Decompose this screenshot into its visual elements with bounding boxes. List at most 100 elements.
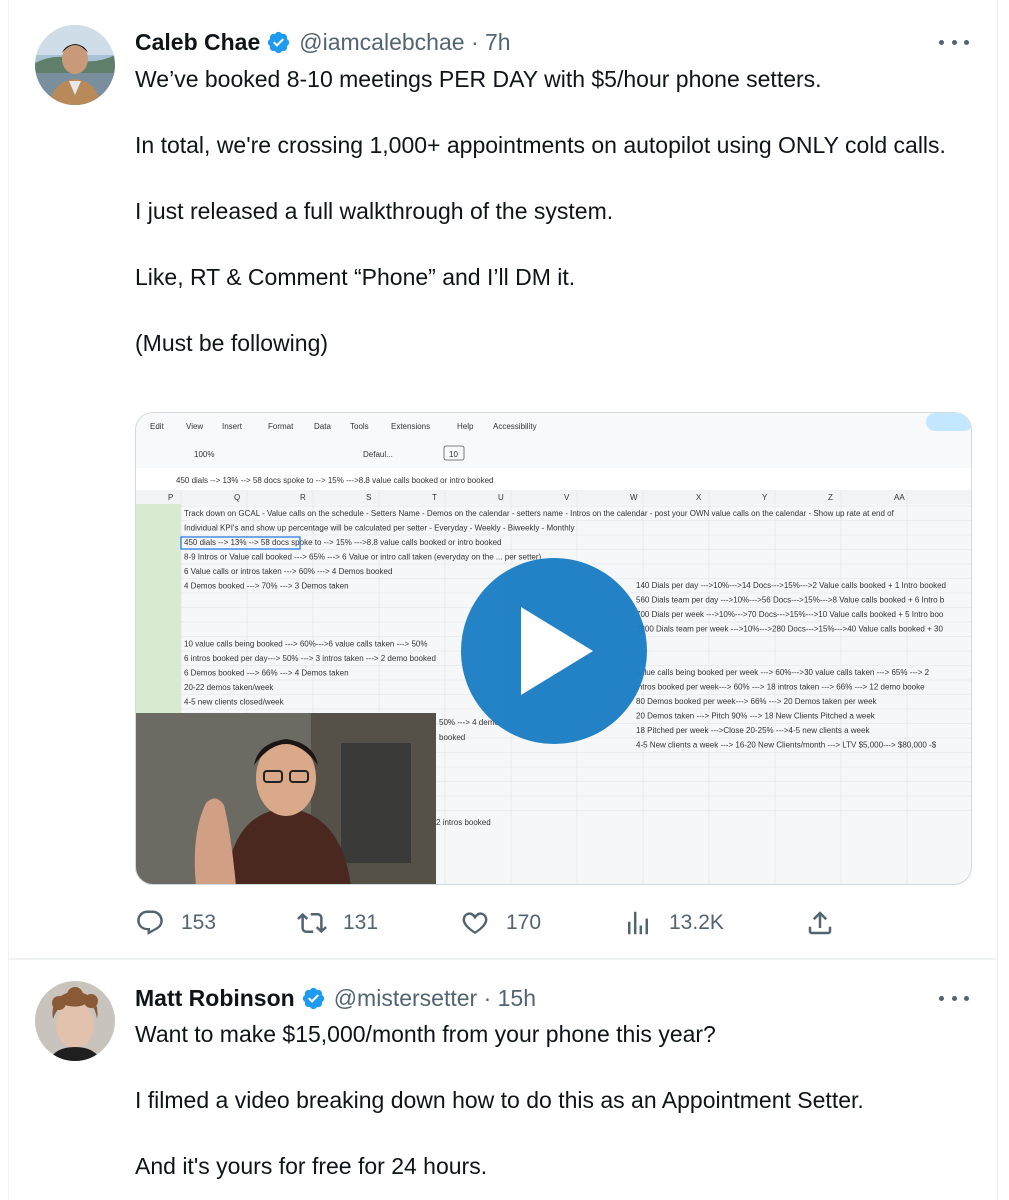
share-button[interactable] xyxy=(805,905,851,941)
sheet-column-header: U xyxy=(498,493,504,502)
sheet-cell: 2800 Dials team per week --->10%--->280 … xyxy=(636,625,943,634)
tweet-paragraph: I filmed a video breaking down how to do… xyxy=(135,1087,864,1113)
avatar[interactable] xyxy=(35,25,115,105)
reply-count: 153 xyxy=(181,911,217,934)
views-count: 13.2K xyxy=(669,911,724,934)
sheet-menu-item: Insert xyxy=(222,422,243,431)
sheet-column-header: V xyxy=(564,493,570,502)
play-icon xyxy=(521,607,593,695)
sheet-cell: intros booked per week---> 60% ---> 18 i… xyxy=(636,683,925,692)
sheet-menu-item: Extensions xyxy=(391,422,430,431)
sheet-font-size: 10 xyxy=(449,450,458,459)
tweet[interactable]: Caleb Chae @iamcalebchae · 7h We’ve book… xyxy=(9,0,997,958)
sheet-cell: 80 Demos booked per week---> 66% ---> 20… xyxy=(636,697,878,706)
sheet-column-header: Q xyxy=(234,493,240,502)
share-icon xyxy=(808,911,832,935)
tweet-paragraph: (Must be following) xyxy=(135,330,329,356)
sheet-cell: 2 intros booked xyxy=(436,818,491,827)
views-button[interactable]: 13.2K xyxy=(623,905,724,941)
reply-icon xyxy=(137,910,163,935)
author-name[interactable]: Matt Robinson xyxy=(135,983,295,1013)
sheet-cell: 700 Dials per week --->10%--->70 Docs---… xyxy=(636,610,944,619)
reply-button[interactable]: 153 xyxy=(135,905,216,941)
sheet-zoom-label: 100% xyxy=(194,450,214,459)
verified-badge-icon xyxy=(301,986,326,1011)
like-count: 170 xyxy=(506,911,542,934)
sheet-cell: 140 Dials per day --->10%--->14 Docs--->… xyxy=(636,581,946,590)
sheet-menu-item: Tools xyxy=(350,422,369,431)
timeline-border-right xyxy=(997,0,998,1200)
sheet-cell: 18 Pitched per week --->Close 20-25% ---… xyxy=(636,726,870,735)
sheet-menu-item: Data xyxy=(314,422,331,431)
sheet-column-header: Z xyxy=(828,493,833,502)
sheet-cell: 4-5 New clients a week ---> 16-20 New Cl… xyxy=(636,741,937,750)
avatar-image xyxy=(35,981,115,1061)
tweet-paragraph: In total, we're crossing 1,000+ appointm… xyxy=(135,132,946,158)
tweet-timestamp[interactable]: 7h xyxy=(485,27,511,57)
sheet-column-header: X xyxy=(696,493,702,502)
tweet-timestamp[interactable]: 15h xyxy=(498,983,536,1013)
sheet-cell: value calls being booked per week ---> 6… xyxy=(636,668,930,677)
avatar[interactable] xyxy=(35,981,115,1061)
sheet-cell: 6 Demos booked ---> 66% ---> 4 Demos tak… xyxy=(184,669,349,678)
sheet-menu-item: Accessibility xyxy=(493,422,537,431)
sheet-cell: 8-9 Intros or Value call booked ---> 65%… xyxy=(184,553,542,562)
sheet-column-header: S xyxy=(366,493,371,502)
separator-dot: · xyxy=(470,29,479,55)
tweet-text: We’ve booked 8-10 meetings PER DAY with … xyxy=(135,63,965,393)
more-dot-icon xyxy=(939,39,944,45)
separator-dot: · xyxy=(483,985,492,1011)
sheet-column-header: AA xyxy=(894,493,905,502)
sheet-menu-item: View xyxy=(186,422,203,431)
retweet-icon xyxy=(297,912,327,934)
tweet-paragraph: We’ve booked 8-10 meetings PER DAY with … xyxy=(135,66,822,92)
sheet-cell: 4-5 new clients closed/week xyxy=(184,698,285,707)
sheet-cell: booked xyxy=(439,733,465,742)
more-dot-icon xyxy=(939,995,944,1001)
sheet-cell: 560 Dials team per day --->10%--->56 Doc… xyxy=(636,596,945,605)
play-button[interactable] xyxy=(461,558,647,744)
sheet-formula-bar: 450 dials --> 13% --> 58 docs spoke to -… xyxy=(176,476,494,485)
retweet-button[interactable]: 131 xyxy=(297,905,378,941)
author-name[interactable]: Caleb Chae xyxy=(135,27,260,57)
tweet-header: Caleb Chae @iamcalebchae · 7h xyxy=(135,27,511,57)
tweet-paragraph: I just released a full walkthrough of th… xyxy=(135,198,614,224)
sheet-cell: 6 Value calls or intros taken ---> 60% -… xyxy=(184,567,392,576)
sheet-cell: Individual KPI's and show up percentage … xyxy=(184,524,574,533)
sheet-menu-item: Help xyxy=(457,422,474,431)
more-dot-icon xyxy=(964,995,969,1001)
sheet-column-header: T xyxy=(432,493,437,502)
sheet-cell: 20-22 demos taken/week xyxy=(184,683,274,692)
more-options-button[interactable] xyxy=(939,32,969,52)
sheet-cell: 4 Demos booked ---> 70% ---> 3 Demos tak… xyxy=(184,582,349,591)
verified-badge-icon xyxy=(266,30,291,55)
tweet[interactable]: Matt Robinson @mistersetter · 15h Want t… xyxy=(9,960,997,1200)
sheet-cell: Track down on GCAL - Value calls on the … xyxy=(184,509,895,518)
author-handle[interactable]: @iamcalebchae xyxy=(299,27,464,57)
more-options-button[interactable] xyxy=(939,988,969,1008)
author-handle[interactable]: @mistersetter xyxy=(334,983,477,1013)
sheet-cell: 20 Demos taken ---> Pitch 90% ---> 18 Ne… xyxy=(636,712,876,721)
like-icon xyxy=(462,912,488,935)
sheet-column-header: W xyxy=(630,493,638,502)
avatar-image xyxy=(35,25,115,105)
tweet-paragraph: Like, RT & Comment “Phone” and I’ll DM i… xyxy=(135,264,576,290)
tweet-paragraph: And it's yours for free for 24 hours. xyxy=(135,1153,488,1179)
sheet-column-header: P xyxy=(168,493,173,502)
more-dot-icon xyxy=(951,39,957,45)
sheet-column-header: Y xyxy=(762,493,768,502)
sheet-cell: 6 intros booked per day---> 50% ---> 3 i… xyxy=(184,654,436,663)
more-dot-icon xyxy=(964,39,969,45)
sheet-menu-item: Format xyxy=(268,422,294,431)
tweet-header: Matt Robinson @mistersetter · 15h xyxy=(135,983,536,1013)
like-button[interactable]: 170 xyxy=(460,905,541,941)
more-dot-icon xyxy=(951,995,957,1001)
views-icon xyxy=(628,911,648,935)
sheet-cell: 10 value calls being booked ---> 60%--->… xyxy=(184,640,427,649)
sheet-font-label: Defaul... xyxy=(363,450,393,459)
tweet-text: Want to make $15,000/month from your pho… xyxy=(135,1018,965,1200)
sheet-menu-item: Edit xyxy=(150,422,165,431)
video-player[interactable]: Edit View Insert Format Data Tools Extensions H… xyxy=(135,412,972,885)
sheet-column-header: R xyxy=(300,493,306,502)
tweet-paragraph: Want to make $15,000/month from your pho… xyxy=(135,1021,716,1047)
